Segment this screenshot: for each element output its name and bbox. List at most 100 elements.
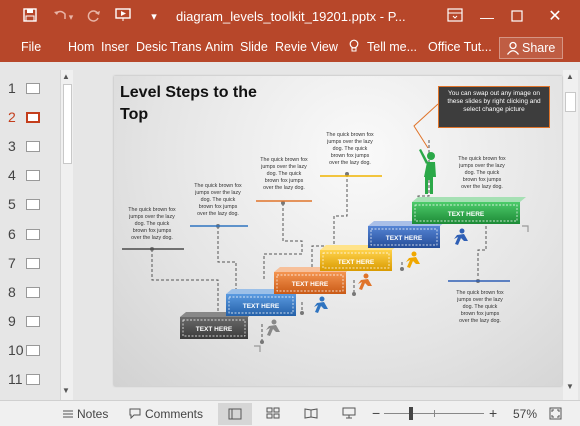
thumbnail-image[interactable]: [26, 258, 40, 269]
save-icon[interactable]: [20, 7, 40, 27]
thumbnail-slide-4[interactable]: 4: [0, 167, 60, 187]
document-title: diagram_levels_toolkit_19201.pptx - P...: [176, 9, 406, 24]
tab-file[interactable]: File: [21, 40, 41, 54]
thumbnail-image[interactable]: [26, 374, 40, 385]
main-scroll-thumb[interactable]: [565, 92, 576, 112]
tab-animations[interactable]: Anim: [205, 40, 233, 54]
text-block-2-line-4: brown fox jumps: [199, 204, 238, 210]
thumbnail-scroll-thumb[interactable]: [63, 84, 72, 164]
thumbnail-slide-11[interactable]: 11: [0, 371, 60, 391]
main-scroll-down-arrow[interactable]: ▼: [566, 382, 574, 391]
thumbnail-slide-5[interactable]: 5: [0, 196, 60, 216]
redo-icon[interactable]: [84, 7, 104, 27]
thumbnail-slide-10[interactable]: 10: [0, 342, 60, 362]
thumbnail-slide-7[interactable]: 7: [0, 255, 60, 275]
thumbnail-image[interactable]: [26, 170, 40, 181]
runner-yellow-icon: [406, 251, 420, 268]
text-block-4-line-5: over the lazy dog.: [329, 160, 371, 166]
undo-dropdown-icon[interactable]: ▾: [66, 7, 76, 27]
thumbnail-number: 7: [8, 255, 16, 271]
zoom-out-button[interactable]: −: [372, 405, 380, 421]
notes-icon[interactable]: [62, 408, 74, 422]
zoom-slider-thumb[interactable]: [409, 407, 413, 420]
text-block-5-line-1: The quick brown fox: [458, 156, 506, 162]
runner-orange-icon: [358, 273, 372, 290]
text-block-3-line-2: jumps over the lazy: [260, 164, 307, 170]
present-from-beginning-icon[interactable]: [114, 7, 134, 27]
thumbnail-slide-2[interactable]: 2: [0, 109, 60, 129]
share-button[interactable]: Share: [499, 37, 563, 59]
scroll-up-arrow[interactable]: ▲: [62, 72, 70, 81]
step-4-label: TEXT HERE: [338, 259, 375, 266]
normal-view-icon[interactable]: [218, 403, 252, 425]
thumbnail-number: 10: [8, 342, 24, 358]
text-block-1-line-4: brown fox jumps: [133, 228, 172, 234]
text-block-5-line-2: jumps over the lazy: [458, 163, 505, 169]
thumbnail-image[interactable]: [26, 83, 40, 94]
tab-home[interactable]: Hom: [68, 40, 94, 54]
reading-view-icon[interactable]: [304, 407, 318, 422]
text-block-1-line-2: jumps over the lazy: [128, 214, 175, 220]
text-block-2-line-3: dog. The quick: [201, 197, 236, 203]
thumbnail-number: 4: [8, 167, 16, 183]
thumbnail-slide-3[interactable]: 3: [0, 138, 60, 158]
text-block-5-line-3: dog. The quick: [465, 170, 500, 176]
thumbnail-image[interactable]: [26, 199, 40, 210]
thumbnail-slide-8[interactable]: 8: [0, 284, 60, 304]
zoom-in-button[interactable]: +: [489, 405, 497, 421]
office-tut-tab[interactable]: Office Tut...: [428, 40, 492, 54]
status-bar: Notes Comments − + 57%: [0, 400, 580, 426]
tab-insert[interactable]: Inser: [101, 40, 129, 54]
main-vertical-scrollbar[interactable]: ▲ ▼: [563, 70, 578, 400]
thumbnail-number: 6: [8, 226, 16, 242]
main-scroll-up-arrow[interactable]: ▲: [566, 72, 574, 81]
zoom-level[interactable]: 57%: [513, 407, 537, 421]
text-block-2-line-2: jumps over the lazy: [194, 190, 241, 196]
slide-sorter-icon[interactable]: [266, 407, 280, 422]
thumbnail-number: 2: [8, 109, 16, 125]
title-bar: ▾ ▾ diagram_levels_toolkit_19201.pptx - …: [0, 0, 580, 34]
thumbnail-image[interactable]: [26, 141, 40, 152]
customize-qat-icon[interactable]: ▾: [144, 7, 164, 27]
runner-navy-icon: [454, 228, 468, 245]
text-block-1: The quick brown fox jumps over the lazy …: [128, 207, 176, 241]
scroll-down-arrow[interactable]: ▼: [62, 386, 70, 395]
tell-me-input[interactable]: Tell me...: [367, 40, 417, 54]
restore-icon[interactable]: [504, 5, 530, 29]
comments-button[interactable]: Comments: [145, 407, 203, 421]
tab-review[interactable]: Revie: [275, 40, 307, 54]
ribbon-display-icon[interactable]: [442, 5, 468, 29]
thumbnail-scrollbar[interactable]: ▲ ▼: [60, 70, 73, 400]
thumbnail-image[interactable]: [26, 287, 40, 298]
thumbnail-image[interactable]: [26, 345, 40, 356]
thumbnail-image[interactable]: [26, 112, 40, 123]
runner-gray-icon: [266, 319, 280, 336]
thumbnail-image[interactable]: [26, 229, 40, 240]
tab-slide-show[interactable]: Slide: [240, 40, 268, 54]
slideshow-icon[interactable]: [342, 407, 356, 422]
step-5-label: TEXT HERE: [386, 235, 423, 242]
lightbulb-icon: [349, 39, 359, 56]
tab-design[interactable]: Desic: [136, 40, 167, 54]
person-icon: [506, 41, 520, 55]
minimize-icon[interactable]: —: [474, 5, 500, 29]
thumbnail-slide-1[interactable]: 1: [0, 80, 60, 100]
share-label: Share: [522, 41, 556, 55]
fit-to-window-icon[interactable]: [549, 407, 562, 423]
thumbnail-image[interactable]: [26, 316, 40, 327]
thumbnail-slide-9[interactable]: 9: [0, 313, 60, 333]
step-4: TEXT HERE: [320, 245, 398, 271]
tab-transitions[interactable]: Trans: [170, 40, 202, 54]
step-3: TEXT HERE: [274, 267, 352, 294]
callout-box[interactable]: You can swap out any image on these slid…: [438, 86, 550, 128]
tab-view[interactable]: View: [311, 40, 338, 54]
thumbnail-number: 1: [8, 80, 16, 96]
text-block-4-line-4: brown fox jumps: [331, 153, 370, 159]
zoom-center-tick: [434, 410, 435, 417]
thumbnail-slide-6[interactable]: 6: [0, 226, 60, 246]
text-block-1-line-5: over the lazy dog.: [131, 235, 173, 241]
text-block-2-line-5: over the lazy dog.: [197, 211, 239, 217]
comments-icon[interactable]: [129, 408, 141, 422]
close-icon[interactable]: ✕: [542, 5, 568, 29]
notes-button[interactable]: Notes: [77, 407, 108, 421]
